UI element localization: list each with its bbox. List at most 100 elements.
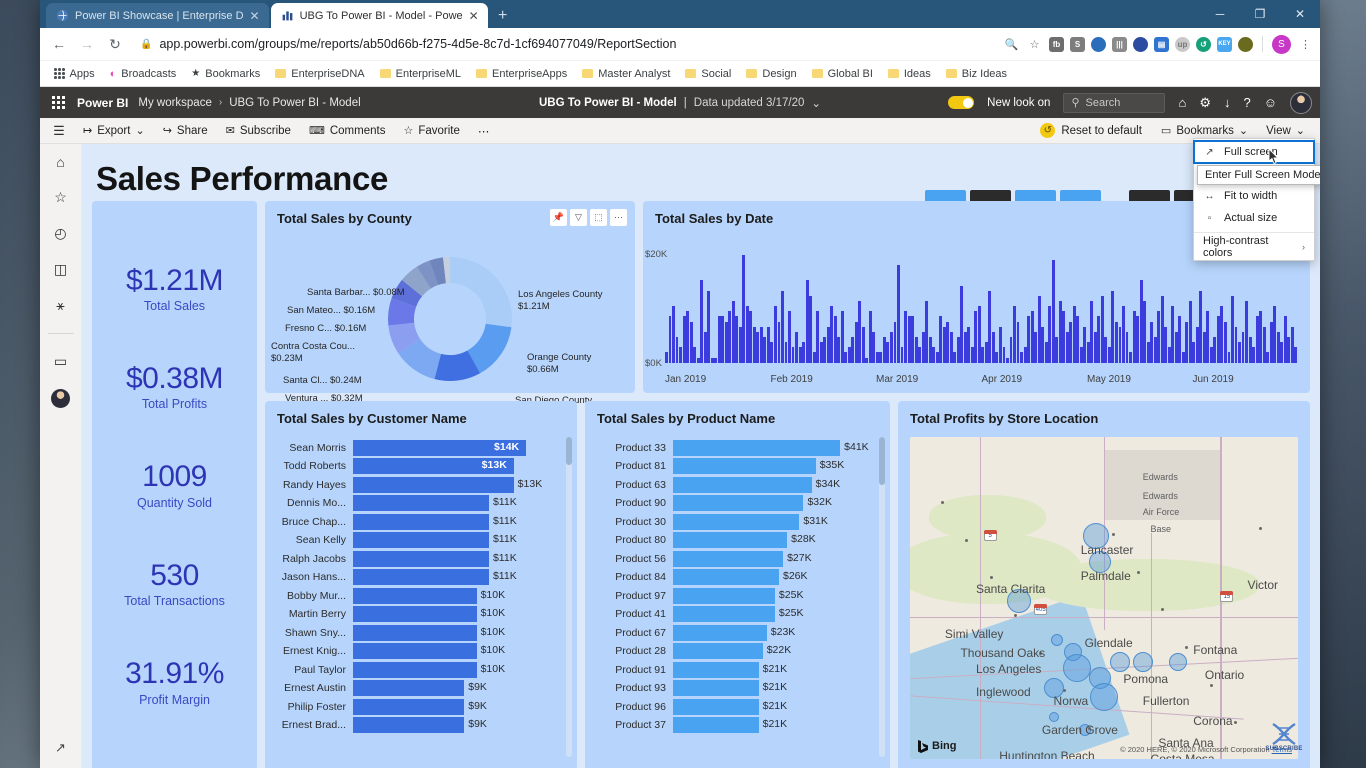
date-chart-bar[interactable]: [689, 321, 693, 363]
date-chart-bar[interactable]: [1252, 347, 1256, 363]
view-button[interactable]: View ⌄: [1257, 124, 1314, 138]
bar-fill[interactable]: [353, 698, 465, 715]
date-chart-bar[interactable]: [1276, 331, 1280, 363]
date-chart-bar[interactable]: [949, 331, 953, 363]
date-chart-bar[interactable]: [914, 336, 918, 363]
skype-extension-icon[interactable]: S: [1070, 36, 1085, 52]
date-chart-bar[interactable]: [1146, 342, 1150, 363]
date-chart-bar[interactable]: [1164, 326, 1168, 363]
bar-row[interactable]: Product 30 $31K: [597, 513, 872, 531]
date-chart-bar[interactable]: [974, 311, 978, 363]
date-chart-bar[interactable]: [1223, 321, 1227, 363]
date-chart-bar[interactable]: [1280, 342, 1284, 363]
blue-extension-icon[interactable]: ▤: [1154, 36, 1169, 52]
bar-fill[interactable]: [353, 606, 477, 623]
breadcrumb-workspace[interactable]: My workspace: [138, 97, 212, 109]
date-chart-bar[interactable]: [1171, 306, 1175, 363]
date-chart-bar[interactable]: [759, 326, 763, 363]
date-chart-bar[interactable]: [953, 352, 957, 363]
bar-fill[interactable]: [673, 550, 784, 567]
kpi-total-transactions[interactable]: 530 Total Transactions: [124, 560, 225, 609]
date-chart-bar[interactable]: [1143, 300, 1147, 363]
hamburger-menu-icon[interactable]: ☰: [44, 123, 74, 139]
bookmark-ideas[interactable]: Ideas: [881, 66, 938, 82]
address-bar[interactable]: 🔒 app.powerbi.com/groups/me/reports/ab50…: [130, 32, 997, 56]
browser-tab-2[interactable]: UBG To Power BI - Model - Powe ✕: [270, 3, 488, 28]
date-chart-bar[interactable]: [1266, 352, 1270, 363]
date-chart-bar[interactable]: [809, 295, 813, 363]
bar-fill[interactable]: [353, 643, 477, 660]
bar-row[interactable]: Product 41 $25K: [597, 605, 872, 623]
date-chart-bar[interactable]: [875, 352, 879, 363]
bar-row[interactable]: Product 91 $21K: [597, 661, 872, 679]
date-chart-bar[interactable]: [833, 316, 837, 363]
bar-fill[interactable]: [673, 439, 841, 456]
map-data-bubble[interactable]: [1168, 653, 1187, 672]
date-chart-bar[interactable]: [1051, 259, 1055, 363]
my-workspace-avatar[interactable]: [51, 389, 70, 408]
settings-gear-icon[interactable]: ⚙: [1199, 95, 1211, 111]
export-button[interactable]: ↦ Export ⌄: [74, 124, 154, 138]
date-chart-bar[interactable]: [932, 347, 936, 363]
share-button[interactable]: ↪ Share: [154, 124, 217, 138]
date-chart-bar[interactable]: [970, 347, 974, 363]
date-chart-bar[interactable]: [1181, 352, 1185, 363]
date-chart-bar[interactable]: [781, 290, 784, 363]
date-chart-bar[interactable]: [1104, 336, 1108, 363]
date-chart-bar[interactable]: [710, 357, 714, 363]
date-chart-bar[interactable]: [798, 347, 802, 363]
view-menu-full-screen[interactable]: ↗ Full screen: [1193, 140, 1315, 164]
date-chart-bar[interactable]: [935, 352, 939, 363]
bar-row[interactable]: Ernest Austin $9K: [277, 679, 559, 697]
date-chart-bar[interactable]: [1269, 321, 1273, 363]
bar-row[interactable]: Paul Taylor $10K: [277, 661, 559, 679]
bar-fill[interactable]: [673, 532, 788, 549]
date-chart-bar[interactable]: [777, 321, 781, 363]
date-chart-bar[interactable]: [890, 331, 893, 363]
bookmark-enterpriseml[interactable]: EnterpriseML: [373, 66, 468, 82]
bookmark-enterpriseapps[interactable]: EnterpriseApps: [469, 66, 574, 82]
chevron-down-icon[interactable]: ⌄: [811, 96, 821, 110]
bookmark-global-bi[interactable]: Global BI: [805, 66, 880, 82]
date-chart-bar[interactable]: [823, 336, 827, 363]
date-chart-bar[interactable]: [795, 331, 798, 363]
date-chart-bar[interactable]: [851, 336, 855, 363]
date-chart-bar[interactable]: [1030, 311, 1034, 363]
date-chart-bar[interactable]: [921, 331, 925, 363]
reload-button[interactable]: ↻: [102, 31, 128, 57]
date-chart-bar[interactable]: [770, 342, 774, 363]
bar-row[interactable]: Martin Berry $10K: [277, 605, 559, 623]
date-chart-bar[interactable]: [854, 321, 858, 363]
date-chart-bar[interactable]: [1199, 290, 1203, 363]
bar-row[interactable]: Sean Morris $14K: [277, 439, 559, 457]
date-chart-bar[interactable]: [886, 342, 890, 363]
bar-row[interactable]: Jason Hans... $11K: [277, 568, 559, 586]
view-menu-fit-to-width[interactable]: ↔ Fit to width: [1194, 185, 1314, 207]
date-chart-bar[interactable]: [1202, 331, 1206, 363]
date-chart-bar[interactable]: [1122, 306, 1125, 363]
apps-icon[interactable]: ◫: [54, 261, 67, 278]
date-chart-bar[interactable]: [819, 342, 823, 363]
new-tab-button[interactable]: +: [490, 4, 516, 28]
bookmark-bookmarks[interactable]: ★ Bookmarks: [184, 66, 267, 82]
date-chart-bar[interactable]: [1153, 336, 1157, 363]
date-chart-bar[interactable]: [967, 326, 971, 363]
date-chart-bar[interactable]: [1083, 326, 1087, 363]
date-chart-bar[interactable]: [1174, 331, 1178, 363]
date-chart-bar[interactable]: [791, 347, 795, 363]
date-chart-bar[interactable]: [724, 321, 728, 363]
date-chart-bar[interactable]: [1167, 347, 1171, 363]
bookmark-master-analyst[interactable]: Master Analyst: [575, 66, 677, 82]
date-chart-bar[interactable]: [925, 300, 929, 363]
date-chart-bar[interactable]: [1178, 316, 1182, 363]
date-chart-bar[interactable]: [879, 352, 883, 363]
bookmark-enterprisedna[interactable]: EnterpriseDNA: [268, 66, 371, 82]
bar-row[interactable]: Product 56 $27K: [597, 550, 872, 568]
date-chart-bar[interactable]: [696, 357, 700, 363]
date-chart-bar[interactable]: [1093, 331, 1097, 363]
date-chart-bar[interactable]: [1290, 326, 1294, 363]
date-chart-bar[interactable]: [1195, 326, 1199, 363]
date-chart-bar[interactable]: [893, 321, 897, 363]
browser-tab-1[interactable]: Power BI Showcase | Enterprise D ✕: [46, 3, 269, 28]
bookmarks-button[interactable]: ▭ Bookmarks ⌄: [1152, 124, 1257, 138]
